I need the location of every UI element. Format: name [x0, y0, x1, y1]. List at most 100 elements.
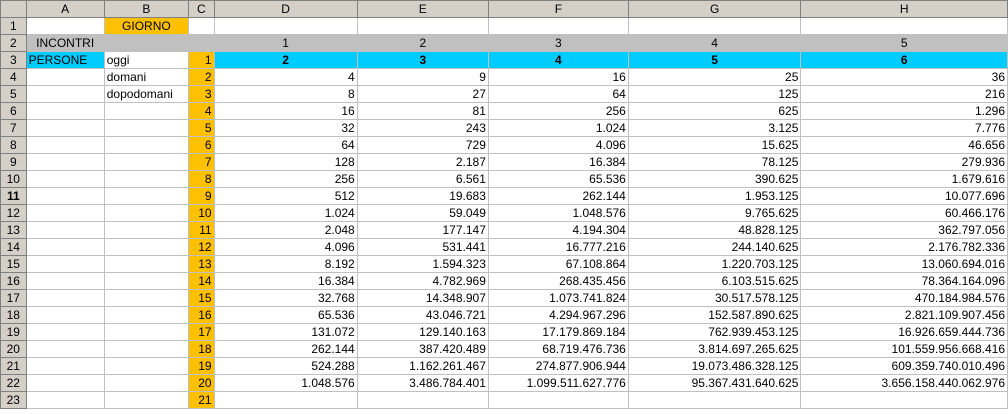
cell-value[interactable]: 59.049 — [356, 204, 489, 222]
cell[interactable] — [25, 238, 105, 256]
cell-label-oggi[interactable]: oggi — [103, 51, 189, 69]
row-header[interactable]: 12 — [0, 204, 27, 222]
cell-value[interactable]: 32.768 — [213, 289, 358, 307]
row-header[interactable]: 17 — [0, 289, 27, 307]
cell-value[interactable]: 1.099.511.627.776 — [487, 374, 629, 392]
cell[interactable] — [25, 136, 105, 154]
cell-persone-value[interactable]: 2 — [213, 51, 358, 69]
cell-value[interactable]: 30.517.578.125 — [627, 289, 802, 307]
cell-value[interactable]: 6.561 — [356, 170, 489, 188]
cell[interactable] — [25, 306, 105, 324]
cell-value[interactable]: 78.364.164.096 — [800, 272, 1008, 290]
cell-incontri-value[interactable]: 5 — [800, 34, 1008, 52]
cell-value[interactable]: 4.782.969 — [356, 272, 489, 290]
cell-c-value[interactable]: 10 — [187, 204, 215, 222]
cell-value[interactable]: 2.176.782.336 — [800, 238, 1008, 256]
cell-persone[interactable]: PERSONE — [25, 51, 105, 69]
row-header[interactable]: 16 — [0, 272, 27, 290]
cell[interactable] — [103, 187, 189, 205]
cell[interactable] — [25, 170, 105, 188]
cell-value[interactable]: 362.797.056 — [800, 221, 1008, 239]
cell-c-value[interactable]: 20 — [187, 374, 215, 392]
cell-value[interactable]: 67.108.864 — [487, 255, 629, 273]
cell-value[interactable] — [213, 391, 358, 409]
cell-value[interactable]: 762.939.453.125 — [627, 323, 802, 341]
cell-value[interactable]: 1.048.576 — [487, 204, 629, 222]
cell-value[interactable]: 19.073.486.328.125 — [627, 357, 802, 375]
cell-c-value[interactable]: 21 — [187, 391, 215, 409]
cell[interactable] — [25, 289, 105, 307]
column-header-h[interactable]: H — [800, 0, 1008, 18]
cell-persone-value[interactable]: 6 — [800, 51, 1008, 69]
cell-value[interactable]: 95.367.431.640.625 — [627, 374, 802, 392]
cell-value[interactable]: 32 — [213, 119, 358, 137]
cell[interactable] — [25, 255, 105, 273]
cell-c-value[interactable]: 5 — [187, 119, 215, 137]
cell-c-value[interactable]: 3 — [187, 85, 215, 103]
cell[interactable] — [25, 272, 105, 290]
cell-incontri-value[interactable]: 4 — [627, 34, 802, 52]
cell-value[interactable]: 16 — [487, 68, 629, 86]
cell[interactable] — [213, 17, 358, 35]
cell-persone-value[interactable]: 3 — [356, 51, 489, 69]
cell-persone-value[interactable]: 4 — [487, 51, 629, 69]
cell-c-value[interactable]: 17 — [187, 323, 215, 341]
cell[interactable] — [25, 221, 105, 239]
cell-c-value[interactable]: 19 — [187, 357, 215, 375]
column-header-a[interactable]: A — [25, 0, 105, 18]
cell-c-value[interactable]: 14 — [187, 272, 215, 290]
cell-value[interactable]: 60.466.176 — [800, 204, 1008, 222]
cell-value[interactable]: 1.220.703.125 — [627, 255, 802, 273]
cell-c-value[interactable]: 6 — [187, 136, 215, 154]
cell-value[interactable]: 8 — [213, 85, 358, 103]
cell[interactable] — [627, 17, 802, 35]
cell-c-value[interactable]: 13 — [187, 255, 215, 273]
cell-value[interactable]: 256 — [213, 170, 358, 188]
cell[interactable] — [25, 102, 105, 120]
cell-value[interactable]: 243 — [356, 119, 489, 137]
cell-c-value[interactable]: 11 — [187, 221, 215, 239]
cell-c-value[interactable]: 1 — [187, 51, 215, 69]
cell[interactable] — [103, 357, 189, 375]
cell-value[interactable]: 125 — [627, 85, 802, 103]
cell[interactable] — [25, 204, 105, 222]
row-header[interactable]: 3 — [0, 51, 27, 69]
cell-value[interactable]: 17.179.869.184 — [487, 323, 629, 341]
cell-value[interactable]: 16 — [213, 102, 358, 120]
cell-value[interactable]: 1.024 — [487, 119, 629, 137]
cell-value[interactable]: 1.594.323 — [356, 255, 489, 273]
cell-value[interactable] — [800, 391, 1008, 409]
cell-value[interactable]: 15.625 — [627, 136, 802, 154]
row-header[interactable]: 23 — [0, 391, 27, 409]
cell-value[interactable]: 2.821.109.907.456 — [800, 306, 1008, 324]
cell[interactable] — [103, 272, 189, 290]
cell-value[interactable]: 3.125 — [627, 119, 802, 137]
column-header-b[interactable]: B — [103, 0, 189, 18]
cell-value[interactable]: 216 — [800, 85, 1008, 103]
cell-value[interactable]: 387.420.489 — [356, 340, 489, 358]
cell-value[interactable]: 268.435.456 — [487, 272, 629, 290]
cell[interactable] — [187, 17, 215, 35]
cell[interactable] — [103, 374, 189, 392]
cell-value[interactable]: 9.765.625 — [627, 204, 802, 222]
cell-c-value[interactable]: 9 — [187, 187, 215, 205]
cell-value[interactable]: 279.936 — [800, 153, 1008, 171]
cell-value[interactable]: 390.625 — [627, 170, 802, 188]
cell[interactable] — [103, 306, 189, 324]
cell[interactable] — [487, 17, 629, 35]
cell-value[interactable]: 177.147 — [356, 221, 489, 239]
cell[interactable] — [103, 34, 189, 52]
column-header-e[interactable]: E — [356, 0, 489, 18]
cell-value[interactable]: 10.077.696 — [800, 187, 1008, 205]
row-header[interactable]: 13 — [0, 221, 27, 239]
cell-value[interactable]: 262.144 — [487, 187, 629, 205]
cell-value[interactable]: 6.103.515.625 — [627, 272, 802, 290]
select-all-corner[interactable] — [0, 0, 27, 18]
cell-incontri-value[interactable]: 1 — [213, 34, 358, 52]
cell-value[interactable]: 128 — [213, 153, 358, 171]
cell[interactable] — [103, 204, 189, 222]
row-header[interactable]: 19 — [0, 323, 27, 341]
cell-value[interactable]: 27 — [356, 85, 489, 103]
cell-value[interactable]: 46.656 — [800, 136, 1008, 154]
cell-c-value[interactable]: 16 — [187, 306, 215, 324]
